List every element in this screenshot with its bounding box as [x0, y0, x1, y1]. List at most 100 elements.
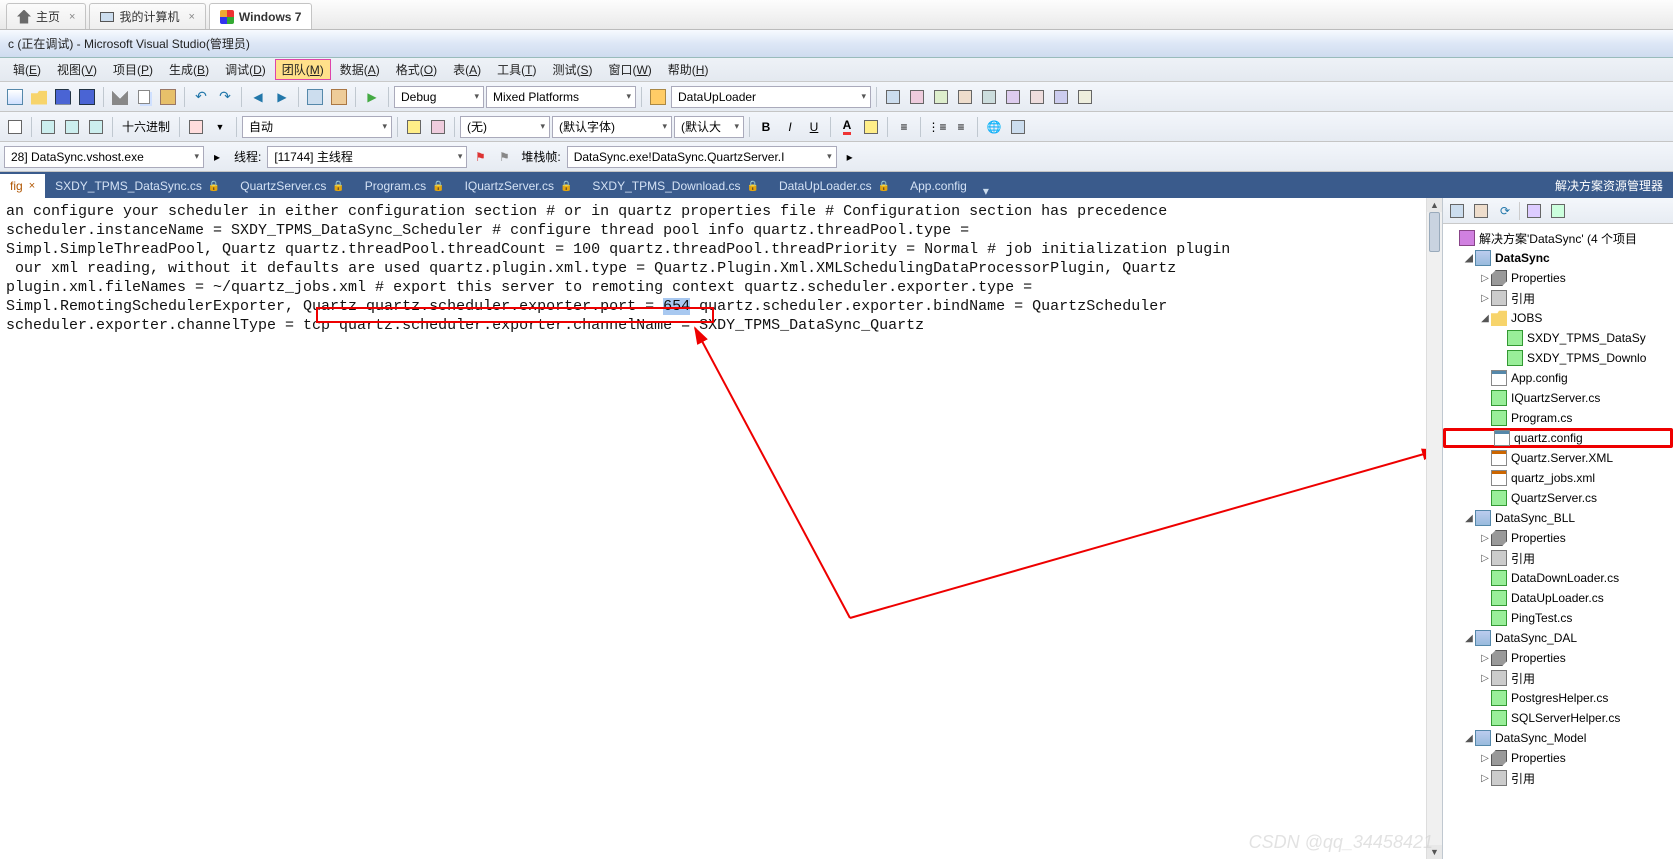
os-tab-mycomputer[interactable]: 我的计算机×: [89, 3, 205, 29]
tb-btn[interactable]: [1074, 86, 1096, 108]
tb-btn[interactable]: [1026, 86, 1048, 108]
expand-icon[interactable]: ◢: [1463, 633, 1475, 644]
tb-btn[interactable]: [4, 116, 26, 138]
showall-button[interactable]: [1471, 201, 1491, 221]
nav-fwd-button[interactable]: ▶: [271, 86, 293, 108]
code-editor[interactable]: an configure your scheduler in either co…: [0, 198, 1443, 859]
tree-node[interactable]: PostgresHelper.cs: [1443, 688, 1673, 708]
hilite-button[interactable]: [860, 116, 882, 138]
expand-icon[interactable]: ▷: [1479, 293, 1491, 304]
flag-button[interactable]: ⚑: [469, 146, 491, 168]
tree-node[interactable]: 解决方案'DataSync' (4 个项目: [1443, 228, 1673, 248]
save-all-button[interactable]: [76, 86, 98, 108]
tree-node[interactable]: DataUpLoader.cs: [1443, 588, 1673, 608]
close-icon[interactable]: ×: [188, 11, 194, 23]
tree-node[interactable]: ◢DataSync_Model: [1443, 728, 1673, 748]
flag-button[interactable]: ⚑: [493, 146, 515, 168]
menu-debug[interactable]: 调试(D): [218, 59, 273, 80]
save-button[interactable]: [52, 86, 74, 108]
tb-btn[interactable]: [85, 116, 107, 138]
thread-dropdown[interactable]: [11744] 主线程: [267, 146, 467, 168]
tree-node[interactable]: SXDY_TPMS_Downlo: [1443, 348, 1673, 368]
solution-tree[interactable]: 解决方案'DataSync' (4 个项目◢DataSync▷Propertie…: [1443, 224, 1673, 859]
menu-window[interactable]: 窗口(W): [601, 59, 658, 80]
tree-node[interactable]: ▷Properties: [1443, 268, 1673, 288]
tb-btn[interactable]: ▼: [209, 116, 231, 138]
tree-node[interactable]: ▷引用: [1443, 288, 1673, 308]
find-button[interactable]: [647, 86, 669, 108]
tree-node[interactable]: SQLServerHelper.cs: [1443, 708, 1673, 728]
startup-dropdown[interactable]: DataUpLoader: [671, 86, 871, 108]
vertical-scrollbar[interactable]: ▲ ▼: [1426, 198, 1442, 859]
expand-icon[interactable]: ▷: [1479, 673, 1491, 684]
menu-tools[interactable]: 工具(T): [490, 59, 543, 80]
tree-node[interactable]: PingTest.cs: [1443, 608, 1673, 628]
tree-node[interactable]: ◢DataSync_BLL: [1443, 508, 1673, 528]
tb-btn[interactable]: [427, 116, 449, 138]
tree-node[interactable]: SXDY_TPMS_DataSy: [1443, 328, 1673, 348]
nav-back-button[interactable]: ◀: [247, 86, 269, 108]
menu-table[interactable]: 表(A): [446, 59, 488, 80]
fontcolor-button[interactable]: A: [836, 116, 858, 138]
doc-tab[interactable]: Program.cs🔒: [355, 174, 455, 198]
tree-node[interactable]: QuartzServer.cs: [1443, 488, 1673, 508]
tree-node[interactable]: ◢JOBS: [1443, 308, 1673, 328]
start-debug-button[interactable]: ▶: [361, 86, 383, 108]
menu-edit[interactable]: 辑(E): [6, 59, 48, 80]
tree-node[interactable]: quartz.config: [1443, 428, 1673, 448]
tb-btn[interactable]: [403, 116, 425, 138]
bold-button[interactable]: B: [755, 116, 777, 138]
tree-node[interactable]: ▷Properties: [1443, 748, 1673, 768]
style-dropdown[interactable]: (无): [460, 116, 550, 138]
font-dropdown[interactable]: (默认字体): [552, 116, 672, 138]
doc-tab[interactable]: IQuartzServer.cs🔒: [455, 174, 583, 198]
tb-btn[interactable]: [978, 86, 1000, 108]
tree-node[interactable]: ▷引用: [1443, 768, 1673, 788]
solution-explorer-title[interactable]: 解决方案资源管理器: [1545, 172, 1673, 198]
tree-node[interactable]: IQuartzServer.cs: [1443, 388, 1673, 408]
tb-btn[interactable]: [954, 86, 976, 108]
align-button[interactable]: ≡: [893, 116, 915, 138]
tool-button[interactable]: [304, 86, 326, 108]
menu-view[interactable]: 视图(V): [50, 59, 104, 80]
tb-btn[interactable]: [906, 86, 928, 108]
tb-btn[interactable]: [882, 86, 904, 108]
tb-btn[interactable]: ▸: [839, 146, 861, 168]
menu-format[interactable]: 格式(O): [389, 59, 444, 80]
expand-icon[interactable]: ◢: [1479, 313, 1491, 324]
doc-tab[interactable]: SXDY_TPMS_Download.cs🔒: [582, 174, 769, 198]
new-project-button[interactable]: [4, 86, 26, 108]
scroll-thumb[interactable]: [1429, 212, 1440, 252]
expand-icon[interactable]: ▷: [1479, 553, 1491, 564]
expand-icon[interactable]: ◢: [1463, 733, 1475, 744]
open-button[interactable]: [28, 86, 50, 108]
view-button[interactable]: [1524, 201, 1544, 221]
tb-btn[interactable]: [185, 116, 207, 138]
tree-node[interactable]: ◢DataSync: [1443, 248, 1673, 268]
tree-node[interactable]: ▷引用: [1443, 668, 1673, 688]
numlist-button[interactable]: ≡: [950, 116, 972, 138]
tree-node[interactable]: Quartz.Server.XML: [1443, 448, 1673, 468]
tree-node[interactable]: quartz_jobs.xml: [1443, 468, 1673, 488]
tb-btn[interactable]: [61, 116, 83, 138]
platform-dropdown[interactable]: Mixed Platforms: [486, 86, 636, 108]
underline-button[interactable]: U: [803, 116, 825, 138]
tree-node[interactable]: ◢DataSync_DAL: [1443, 628, 1673, 648]
expand-icon[interactable]: ▷: [1479, 273, 1491, 284]
close-icon[interactable]: ×: [29, 180, 35, 192]
redo-button[interactable]: ↷: [214, 86, 236, 108]
copy-button[interactable]: [133, 86, 155, 108]
auto-dropdown[interactable]: 自动: [242, 116, 392, 138]
tree-node[interactable]: ▷Properties: [1443, 648, 1673, 668]
tree-node[interactable]: ▷引用: [1443, 548, 1673, 568]
tb-btn[interactable]: [1002, 86, 1024, 108]
menu-team[interactable]: 团队(M): [275, 59, 331, 80]
tool-button[interactable]: [328, 86, 350, 108]
view-button[interactable]: [1548, 201, 1568, 221]
stackframe-dropdown[interactable]: DataSync.exe!DataSync.QuartzServer.I: [567, 146, 837, 168]
tb-btn[interactable]: [930, 86, 952, 108]
expand-icon[interactable]: ▷: [1479, 533, 1491, 544]
expand-icon[interactable]: ▷: [1479, 773, 1491, 784]
config-dropdown[interactable]: Debug: [394, 86, 484, 108]
os-tab-home[interactable]: 主页×: [6, 3, 86, 29]
